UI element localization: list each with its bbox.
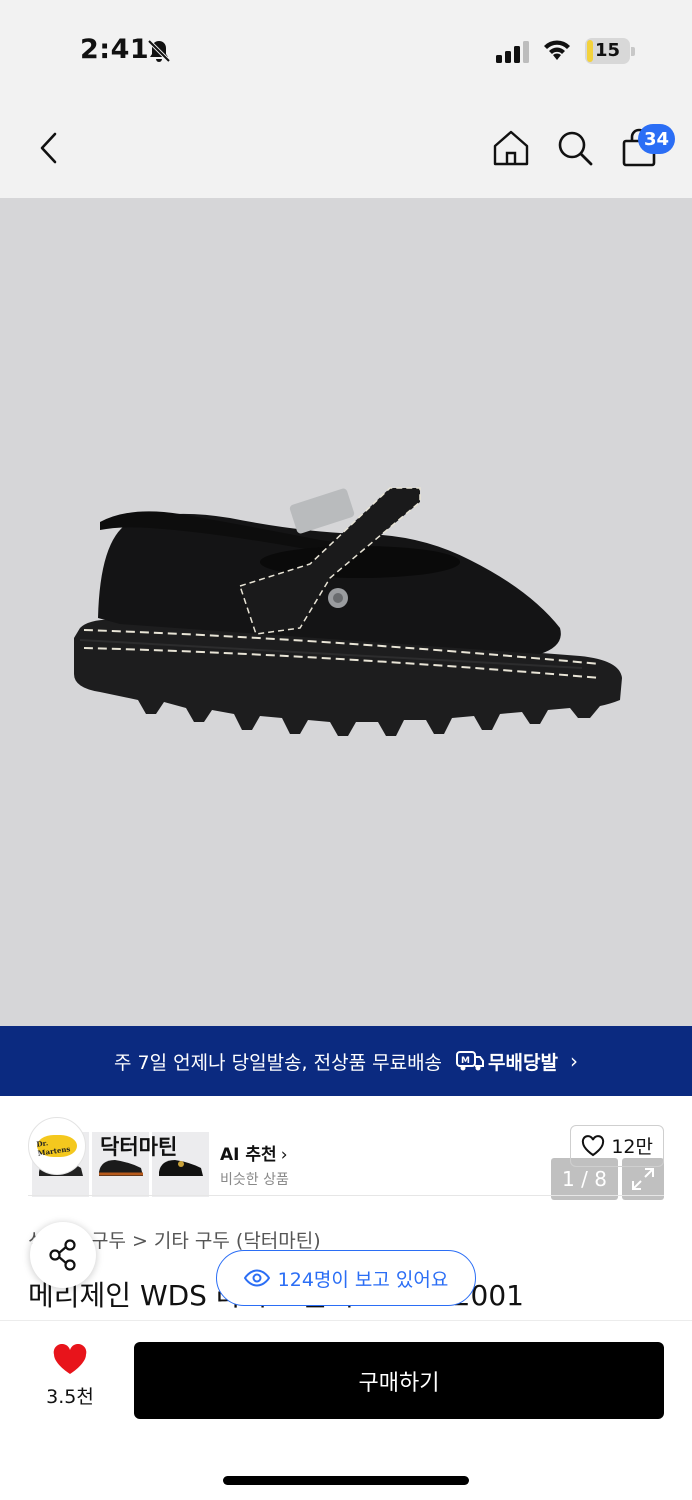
delivery-truck-icon: M [456, 1051, 485, 1071]
brand-row: Dr. Martens 닥터마틴 12만 [28, 1096, 664, 1196]
viewers-count-pill: 124명이 보고 있어요 [216, 1250, 476, 1306]
chevron-right-icon: › [569, 1049, 578, 1073]
brand-logo[interactable]: Dr. Martens [28, 1116, 86, 1175]
home-indicator[interactable] [223, 1476, 469, 1485]
bell-off-icon [147, 39, 171, 63]
battery-percentage: 15 [594, 40, 621, 61]
brand-logo-text: Dr. Martens [35, 1137, 71, 1158]
status-bar: 2:41 15 [0, 0, 692, 100]
status-time: 2:41 [80, 34, 150, 65]
cellular-signal-icon [496, 41, 529, 63]
banner-text: 주 7일 언제나 당일발송, 전상품 무료배송 [114, 1051, 443, 1074]
top-navigation [0, 100, 692, 198]
buy-button[interactable]: 구매하기 [134, 1342, 664, 1419]
share-button[interactable] [30, 1222, 96, 1288]
heart-filled-icon [53, 1344, 87, 1374]
back-button[interactable] [24, 122, 74, 174]
product-image [74, 487, 622, 736]
home-icon [493, 130, 529, 166]
eye-icon [243, 1269, 270, 1287]
free-delivery-logo: M 무배당발 [456, 1048, 558, 1075]
product-image-gallery[interactable]: AI 추천 › 비슷한 상품 1 / 8 [0, 198, 692, 1201]
svg-text:M: M [461, 1056, 470, 1066]
battery-icon: 15 [585, 38, 635, 64]
search-icon [558, 131, 593, 166]
wishlist-button[interactable]: 3.5천 [30, 1344, 110, 1409]
home-button[interactable] [486, 122, 536, 174]
heart-outline-icon [582, 1134, 605, 1156]
wifi-icon [544, 40, 570, 60]
chevron-left-icon [40, 132, 57, 164]
brand-like-button[interactable]: 12만 [570, 1124, 664, 1167]
brand-name[interactable]: 닥터마틴 [100, 1131, 177, 1161]
cart-count-badge: 34 [638, 124, 676, 154]
delivery-banner[interactable]: 주 7일 언제나 당일발송, 전상품 무료배송 M 무배당발 › [0, 1026, 692, 1096]
banner-logo-text: 무배당발 [488, 1051, 558, 1074]
viewers-text: 124명이 보고 있어요 [277, 1268, 449, 1291]
share-icon [49, 1239, 76, 1271]
wishlist-count: 3.5천 [46, 1386, 94, 1408]
search-button[interactable] [550, 122, 600, 174]
brand-like-count: 12만 [611, 1136, 653, 1158]
